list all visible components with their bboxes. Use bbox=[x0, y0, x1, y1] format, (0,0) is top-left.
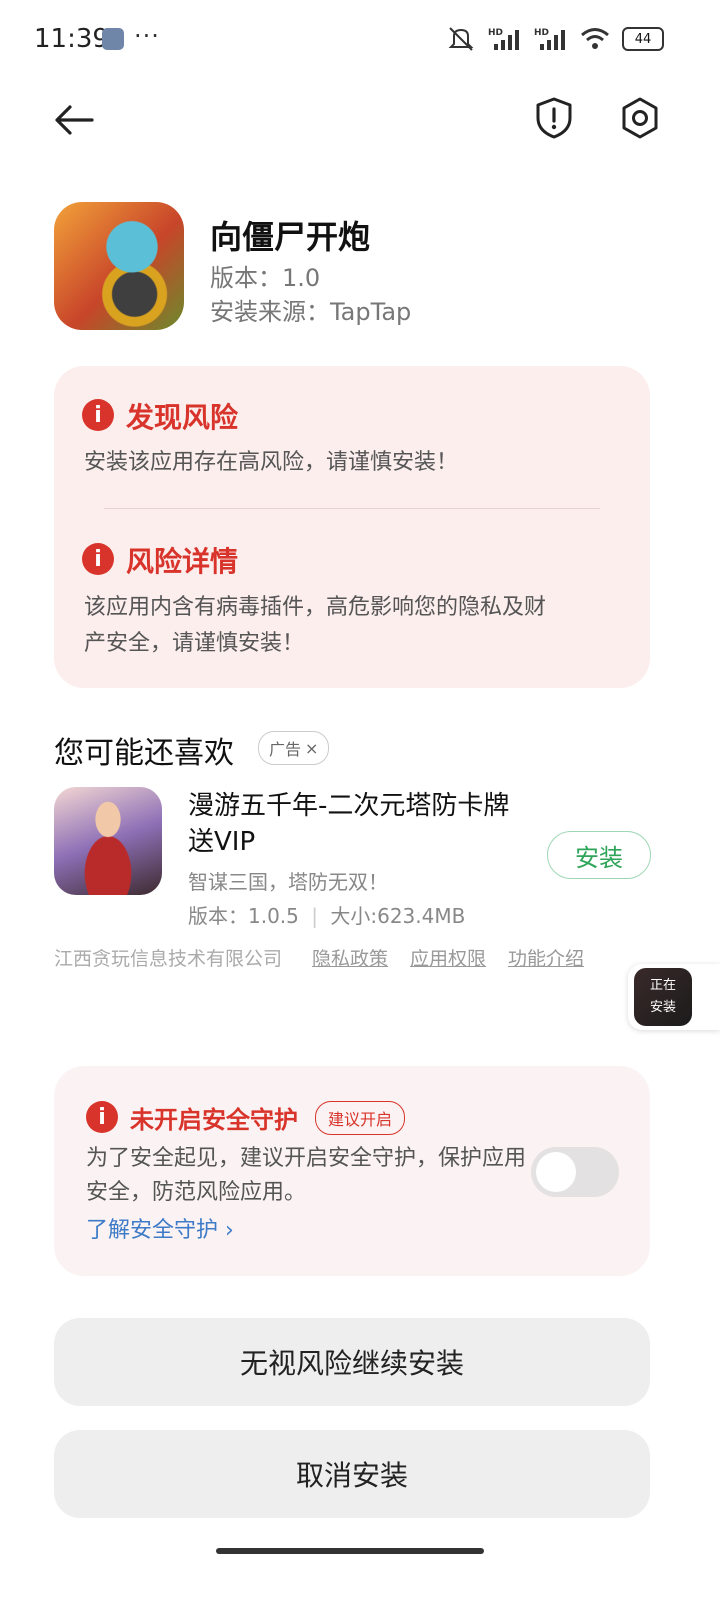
recommended-app-name-line2: 送VIP bbox=[188, 827, 256, 857]
recommended-app-meta: 版本：1.0.5 | 大小:623.4MB bbox=[188, 900, 465, 929]
app-permissions-link[interactable]: 应用权限 bbox=[410, 944, 486, 971]
risk-detail-text-line2: 产安全，请谨慎安装！ bbox=[84, 631, 305, 656]
protection-desc: 为了安全起见，建议开启安全守护，保护应用安全，防范风险应用。 bbox=[86, 1146, 527, 1205]
install-button[interactable]: 安装 bbox=[547, 831, 651, 879]
ad-label: 广告 bbox=[269, 740, 302, 759]
privacy-policy-link[interactable]: 隐私政策 bbox=[312, 944, 388, 971]
divider bbox=[104, 508, 600, 509]
protection-title: 未开启安全守护 bbox=[130, 1106, 298, 1134]
risk-detail-text-line1: 该应用内含有病毒插件，高危影响您的隐私及财 bbox=[84, 595, 547, 620]
installing-line1: 正在 bbox=[649, 978, 676, 993]
signal-hd-icon: HD bbox=[534, 28, 565, 50]
svg-text:HD: HD bbox=[488, 28, 503, 38]
warning-icon: i bbox=[86, 1101, 118, 1133]
meta-separator: | bbox=[311, 904, 318, 928]
recommended-app-desc: 智谋三国，塔防无双！ bbox=[188, 870, 388, 894]
warning-icon: i bbox=[82, 543, 114, 575]
risk-found-title: 发现风险 bbox=[126, 401, 239, 434]
continue-install-button[interactable]: 无视风险继续安装 bbox=[54, 1318, 650, 1406]
recommended-app-icon[interactable] bbox=[54, 787, 162, 895]
warning-icon: i bbox=[82, 399, 114, 431]
app-icon bbox=[54, 202, 184, 330]
shield-exclamation-icon[interactable] bbox=[534, 96, 574, 140]
svg-text:HD: HD bbox=[534, 28, 549, 38]
gear-icon[interactable] bbox=[618, 96, 662, 140]
recommended-app-name[interactable]: 漫游五千年-二次元塔防卡牌 送VIP bbox=[188, 788, 538, 860]
feature-intro-link[interactable]: 功能介绍 bbox=[508, 944, 584, 971]
app-name: 向僵尸开炮 bbox=[210, 218, 371, 256]
recommended-app-version: 版本：1.0.5 bbox=[188, 904, 299, 928]
risk-found-text: 安装该应用存在高风险，请谨慎安装！ bbox=[84, 450, 459, 475]
learn-protection-link[interactable]: 了解安全守护 › bbox=[86, 1212, 234, 1244]
installing-line2: 安装 bbox=[649, 1000, 676, 1015]
recommend-title: 您可能还喜欢 bbox=[54, 736, 234, 771]
risk-detail-title: 风险详情 bbox=[126, 545, 239, 578]
close-icon[interactable]: × bbox=[305, 739, 318, 758]
developer-name: 江西贪玩信息技术有限公司 bbox=[54, 948, 283, 970]
ad-badge[interactable]: 广告 × bbox=[258, 731, 330, 765]
installing-indicator[interactable]: 正在 安装 bbox=[634, 968, 692, 1026]
home-indicator[interactable] bbox=[216, 1548, 484, 1554]
recommend-enable-badge: 建议开启 bbox=[315, 1101, 406, 1135]
cancel-install-button[interactable]: 取消安装 bbox=[54, 1430, 650, 1518]
battery-level: 44 bbox=[634, 31, 652, 47]
status-icons: HD HD 44 bbox=[446, 26, 664, 52]
recommended-app-name-line1: 漫游五千年-二次元塔防卡牌 bbox=[188, 791, 510, 821]
battery-icon: 44 bbox=[622, 27, 664, 51]
app-version: 版本：1.0 bbox=[210, 264, 321, 292]
arrow-left-icon[interactable] bbox=[52, 98, 96, 142]
status-time: 11:39 bbox=[34, 24, 109, 54]
wifi-icon bbox=[581, 28, 609, 49]
mute-icon bbox=[448, 27, 474, 51]
install-source: 安装来源：TapTap bbox=[210, 298, 412, 326]
signal-hd-icon: HD bbox=[488, 28, 519, 50]
wrench-icon bbox=[102, 28, 124, 50]
recommended-app-size: 大小:623.4MB bbox=[330, 904, 466, 928]
more-notifications-icon: ··· bbox=[134, 22, 160, 50]
toggle-knob bbox=[536, 1152, 576, 1192]
